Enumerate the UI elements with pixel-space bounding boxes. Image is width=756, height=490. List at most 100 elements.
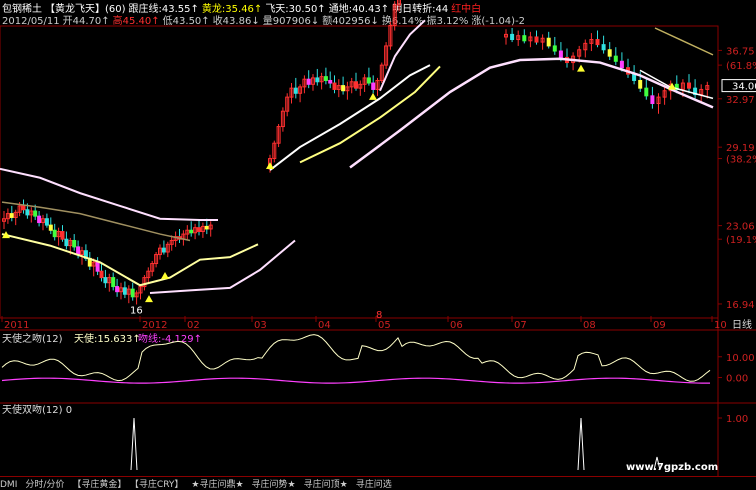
lower-band-line-a <box>1 233 259 287</box>
candle-a-body-12 <box>48 224 53 231</box>
month-label-6: 06 <box>450 320 463 331</box>
indicator-tab-0[interactable]: DMI <box>0 480 17 490</box>
price-tick-label-7: 16.94 <box>726 300 755 311</box>
candle-c-body-17 <box>607 49 612 57</box>
signal-triangle-2 <box>161 272 169 280</box>
month-label-0: 2011 <box>4 320 29 331</box>
period-label: 日线 <box>732 318 752 331</box>
price-tick-label-5: 23.06 <box>726 222 755 233</box>
price-tick-label-6: (19.1%) <box>726 235 756 246</box>
month-label-9: 09 <box>653 320 666 331</box>
double-kiss-spike-1 <box>577 417 585 471</box>
month-label-1: 2012 <box>142 320 167 331</box>
candle-c-body-24 <box>650 95 655 105</box>
sub2-tick-label-0: 1.00 <box>726 414 748 425</box>
candle-a-body-33 <box>130 288 135 298</box>
current-price-label: 34.00 <box>732 82 756 93</box>
price-tick-label-3: 29.19 <box>726 143 755 154</box>
indicator-tab-7[interactable]: 寻庄问选 <box>356 480 392 490</box>
support-line-b <box>269 64 431 171</box>
candle-b-body-20 <box>354 81 358 89</box>
indicator-tab-5[interactable]: 寻庄问势★ <box>252 480 296 490</box>
candle-b-body-6 <box>293 87 298 94</box>
candle-a-body-31 <box>122 287 127 295</box>
candle-c-body-19 <box>619 60 624 69</box>
month-label-8: 08 <box>583 320 596 331</box>
candle-a-body-6 <box>25 209 30 216</box>
indicator-tab-3[interactable]: 【寻庄CRY】 <box>134 480 183 490</box>
signal-triangle-5 <box>577 64 585 72</box>
candle-c-body-18 <box>613 55 618 62</box>
candle-c-body-22 <box>638 79 643 89</box>
candle-b-body-14 <box>328 79 333 84</box>
candle-a-body-13 <box>52 229 57 238</box>
month-label-7: 07 <box>514 320 527 331</box>
low-marker-label: 16 <box>130 306 143 317</box>
month-label-2: 02 <box>187 320 200 331</box>
candle-a-body-8 <box>33 210 38 217</box>
candle-a-body-52 <box>204 225 209 230</box>
annotation-label: 8 <box>376 310 382 321</box>
signal-triangle-1 <box>145 295 153 303</box>
candle-a-body-15 <box>60 231 65 240</box>
candle-a-body-2 <box>9 213 14 218</box>
candle-a-body-29 <box>115 286 120 293</box>
candle-c-body-30 <box>687 82 691 89</box>
candle-c-body-3 <box>522 35 527 42</box>
price-tick-label-2: 32.97 <box>726 95 755 106</box>
indicator-tab-1[interactable]: 分时/分价 <box>25 480 64 490</box>
candle-a-body-25 <box>99 270 104 279</box>
kiss-line <box>1 377 711 384</box>
subchart-1-series-0-label: 天使:15.633↑ <box>74 332 141 345</box>
candle-c-body-15 <box>595 39 600 46</box>
price-tick-label-4: (38.2%) <box>726 155 756 166</box>
sub1-tick-label-0: 10.00 <box>726 353 755 364</box>
candle-b-body-9 <box>306 78 311 85</box>
candle-c-body-5 <box>534 36 539 43</box>
indicator-tab-4[interactable]: ★寻庄问鼎★ <box>191 480 243 490</box>
signal-triangle-4 <box>369 92 377 100</box>
candle-a-body-5 <box>21 205 26 211</box>
resist-line-c <box>654 27 714 56</box>
candle-a-body-41 <box>161 247 166 253</box>
candle-b-body-13 <box>323 76 328 81</box>
price-panel-frame <box>0 25 719 319</box>
candle-a-body-16 <box>64 238 69 247</box>
candle-a-body-18 <box>72 239 77 248</box>
candle-c-body-16 <box>601 44 606 51</box>
candle-c-body-23 <box>644 87 649 97</box>
candle-b-body-11 <box>315 77 320 83</box>
subchart-2-title: 天使双吻(12) 0 <box>2 403 72 416</box>
candle-c-body-9 <box>558 50 563 58</box>
price-tick-label-0: 36.75 <box>726 46 755 57</box>
candle-b-body-24 <box>371 82 376 90</box>
candle-c-body-1 <box>510 33 515 41</box>
candle-a-body-24 <box>95 261 100 272</box>
mid-line-a <box>1 201 191 242</box>
candle-a-body-9 <box>37 215 42 224</box>
double-kiss-spike-0 <box>130 417 138 471</box>
candle-a-body-11 <box>44 218 49 226</box>
candle-a-body-19 <box>76 246 81 256</box>
sub1-tick-label-1: 0.00 <box>726 374 748 385</box>
month-label-4: 04 <box>318 320 331 331</box>
indicator-tab-6[interactable]: 寻庄问顶★ <box>304 480 348 490</box>
candle-a-body-48 <box>189 229 194 234</box>
indicator-tab-bar: DMI 分时/分价 【寻庄黄金】 【寻庄CRY】 ★寻庄问鼎★ 寻庄问势★ 寻庄问顶★ 寻庄问… <box>0 476 756 490</box>
indicator-tab-2[interactable]: 【寻庄黄金】 <box>72 480 126 490</box>
candle-c-body-8 <box>552 45 557 52</box>
candle-a-body-26 <box>103 277 108 284</box>
candle-c-body-7 <box>546 37 551 47</box>
signal-triangle-3 <box>266 161 274 169</box>
month-label-3: 03 <box>254 320 267 331</box>
subchart-1-title: 天使之吻(12) <box>2 332 63 345</box>
candle-a-body-50 <box>197 227 201 233</box>
price-tick-label-1: (61.8%) <box>726 61 756 72</box>
candle-b-body-23 <box>366 77 371 84</box>
month-label-10: 10 <box>714 320 727 331</box>
stock-chart[interactable]: 36.75 (61.8%) 32.97 29.19(38.2%) 23.06 (19.1%… <box>0 0 756 476</box>
month-label-5: 05 <box>378 320 391 331</box>
candle-b-body-17 <box>341 85 346 92</box>
candle-b-body-15 <box>332 82 337 90</box>
watermark-text: www.7gpzb.com <box>626 462 718 473</box>
